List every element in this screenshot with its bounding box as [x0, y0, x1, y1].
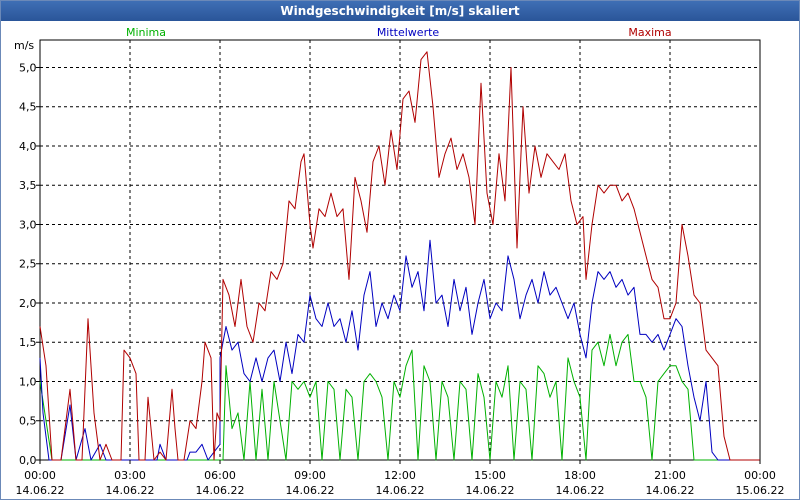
y-tick-label: 5,0	[19, 61, 37, 74]
x-tick-time-label: 00:00	[24, 469, 56, 482]
x-tick-time-label: 21:00	[654, 469, 686, 482]
y-axis: 0,0 0,5 1,0 1,5 2,0 2,5 3,0 3,5 4,0 4,5 5,0	[19, 61, 40, 467]
legend-entry-maxima: Maxima	[628, 26, 671, 39]
y-tick-label: 1,0	[19, 375, 37, 388]
y-tick-label: 4,0	[19, 140, 37, 153]
y-tick-label: 2,5	[19, 258, 37, 271]
x-tick-time-label: 15:00	[474, 469, 506, 482]
y-tick-label: 2,0	[19, 297, 37, 310]
x-tick-date-label: 15.06.22	[736, 484, 785, 497]
y-tick-label: 3,0	[19, 218, 37, 231]
x-tick-time-label: 18:00	[564, 469, 596, 482]
wind-speed-chart: 0,0 0,5 1,0 1,5 2,0 2,5 3,0 3,5 4,0 4,5 5,0 00:00 1…	[14, 26, 785, 497]
x-tick-time-label: 06:00	[204, 469, 236, 482]
x-tick-time-label: 12:00	[384, 469, 416, 482]
series-line-minima	[39, 333, 730, 461]
x-tick-time-label: 00:00	[744, 469, 776, 482]
x-tick-date-label: 14.06.22	[16, 484, 65, 497]
legend-entry-mittelwerte: Mittelwerte	[377, 26, 440, 39]
x-tick-time-label: 03:00	[114, 469, 146, 482]
y-tick-label: 3,5	[19, 179, 37, 192]
y-axis-label: m/s	[14, 39, 34, 52]
legend: Minima Mittelwerte Maxima	[126, 26, 672, 39]
x-tick-date-label: 14.06.22	[196, 484, 245, 497]
x-tick-date-label: 14.06.22	[646, 484, 695, 497]
x-tick-time-label: 09:00	[294, 469, 326, 482]
x-tick-date-label: 14.06.22	[106, 484, 155, 497]
x-tick-date-label: 14.06.22	[466, 484, 515, 497]
y-tick-label: 0,5	[19, 415, 37, 428]
y-tick-label: 4,5	[19, 101, 37, 114]
x-axis: 00:00 14.06.22 03:00 14.06.22 06:00 14.06.22 0…	[16, 460, 785, 497]
y-tick-label: 0,0	[19, 454, 37, 467]
legend-entry-minima: Minima	[126, 26, 166, 39]
x-tick-date-label: 14.06.22	[556, 484, 605, 497]
y-tick-label: 1,5	[19, 336, 37, 349]
x-tick-date-label: 14.06.22	[286, 484, 335, 497]
x-tick-date-label: 14.06.22	[376, 484, 425, 497]
